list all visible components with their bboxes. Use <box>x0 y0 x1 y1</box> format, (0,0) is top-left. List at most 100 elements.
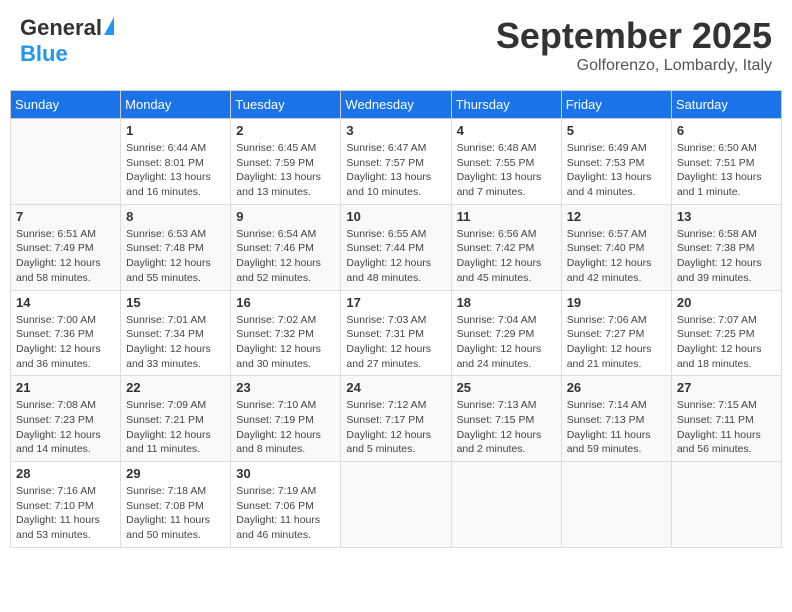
calendar-cell: 12 Sunrise: 6:57 AM Sunset: 7:40 PM Dayli… <box>561 204 671 290</box>
day-info: Sunrise: 6:58 AM Sunset: 7:38 PM Dayligh… <box>677 227 776 286</box>
day-number: 26 <box>567 380 666 395</box>
day-info: Sunrise: 7:07 AM Sunset: 7:25 PM Dayligh… <box>677 313 776 372</box>
day-info: Sunrise: 7:03 AM Sunset: 7:31 PM Dayligh… <box>346 313 445 372</box>
day-number: 19 <box>567 295 666 310</box>
calendar-cell: 7 Sunrise: 6:51 AM Sunset: 7:49 PM Daylig… <box>11 204 121 290</box>
week-row-5: 28 Sunrise: 7:16 AM Sunset: 7:10 PM Dayli… <box>11 462 782 548</box>
day-info: Sunrise: 7:01 AM Sunset: 7:34 PM Dayligh… <box>126 313 225 372</box>
calendar-cell: 27 Sunrise: 7:15 AM Sunset: 7:11 PM Dayli… <box>671 376 781 462</box>
calendar-cell: 22Sunrise: 7:09 AM Sunset: 7:21 PM Dayli… <box>121 376 231 462</box>
week-row-3: 14 Sunrise: 7:00 AM Sunset: 7:36 PM Dayli… <box>11 290 782 376</box>
day-number: 25 <box>457 380 556 395</box>
day-info: Sunrise: 6:45 AM Sunset: 7:59 PM Dayligh… <box>236 141 335 200</box>
day-info: Sunrise: 7:16 AM Sunset: 7:10 PM Dayligh… <box>16 484 115 543</box>
calendar-cell: 1Sunrise: 6:44 AM Sunset: 8:01 PM Daylig… <box>121 119 231 205</box>
day-number: 14 <box>16 295 115 310</box>
week-row-1: 1Sunrise: 6:44 AM Sunset: 8:01 PM Daylig… <box>11 119 782 205</box>
day-info: Sunrise: 6:48 AM Sunset: 7:55 PM Dayligh… <box>457 141 556 200</box>
day-number: 5 <box>567 123 666 138</box>
day-number: 6 <box>677 123 776 138</box>
calendar-cell: 8Sunrise: 6:53 AM Sunset: 7:48 PM Daylig… <box>121 204 231 290</box>
calendar-cell: 10 Sunrise: 6:55 AM Sunset: 7:44 PM Dayli… <box>341 204 451 290</box>
day-number: 10 <box>346 209 445 224</box>
day-info: Sunrise: 7:06 AM Sunset: 7:27 PM Dayligh… <box>567 313 666 372</box>
day-info: Sunrise: 6:50 AM Sunset: 7:51 PM Dayligh… <box>677 141 776 200</box>
calendar-cell: 3Sunrise: 6:47 AM Sunset: 7:57 PM Daylig… <box>341 119 451 205</box>
logo-triangle-icon <box>104 17 114 35</box>
day-info: Sunrise: 7:13 AM Sunset: 7:15 PM Dayligh… <box>457 398 556 457</box>
calendar-cell: 29 Sunrise: 7:18 AM Sunset: 7:08 PM Dayli… <box>121 462 231 548</box>
day-number: 24 <box>346 380 445 395</box>
calendar-cell: 5Sunrise: 6:49 AM Sunset: 7:53 PM Daylig… <box>561 119 671 205</box>
weekday-header-wednesday: Wednesday <box>341 91 451 119</box>
day-number: 29 <box>126 466 225 481</box>
calendar-cell: 28 Sunrise: 7:16 AM Sunset: 7:10 PM Dayli… <box>11 462 121 548</box>
day-info: Sunrise: 6:54 AM Sunset: 7:46 PM Dayligh… <box>236 227 335 286</box>
weekday-header-row: SundayMondayTuesdayWednesdayThursdayFrid… <box>11 91 782 119</box>
calendar-cell: 9 Sunrise: 6:54 AM Sunset: 7:46 PM Daylig… <box>231 204 341 290</box>
day-number: 23 <box>236 380 335 395</box>
day-number: 17 <box>346 295 445 310</box>
calendar-cell: 24 Sunrise: 7:12 AM Sunset: 7:17 PM Dayli… <box>341 376 451 462</box>
calendar-cell: 4Sunrise: 6:48 AM Sunset: 7:55 PM Daylig… <box>451 119 561 205</box>
calendar-cell: 16 Sunrise: 7:02 AM Sunset: 7:32 PM Dayli… <box>231 290 341 376</box>
day-number: 20 <box>677 295 776 310</box>
weekday-header-friday: Friday <box>561 91 671 119</box>
day-number: 7 <box>16 209 115 224</box>
calendar-cell: 11Sunrise: 6:56 AM Sunset: 7:42 PM Dayli… <box>451 204 561 290</box>
day-number: 21 <box>16 380 115 395</box>
day-info: Sunrise: 7:19 AM Sunset: 7:06 PM Dayligh… <box>236 484 335 543</box>
day-info: Sunrise: 6:55 AM Sunset: 7:44 PM Dayligh… <box>346 227 445 286</box>
day-number: 12 <box>567 209 666 224</box>
weekday-header-sunday: Sunday <box>11 91 121 119</box>
title-section: September 2025 Golforenzo, Lombardy, Ita… <box>496 15 772 75</box>
location-text: Golforenzo, Lombardy, Italy <box>496 57 772 75</box>
day-info: Sunrise: 7:12 AM Sunset: 7:17 PM Dayligh… <box>346 398 445 457</box>
day-number: 22 <box>126 380 225 395</box>
day-info: Sunrise: 6:47 AM Sunset: 7:57 PM Dayligh… <box>346 141 445 200</box>
week-row-4: 21 Sunrise: 7:08 AM Sunset: 7:23 PM Dayli… <box>11 376 782 462</box>
day-number: 1 <box>126 123 225 138</box>
calendar-cell <box>671 462 781 548</box>
weekday-header-monday: Monday <box>121 91 231 119</box>
month-title: September 2025 <box>496 15 772 57</box>
calendar-cell: 17 Sunrise: 7:03 AM Sunset: 7:31 PM Dayli… <box>341 290 451 376</box>
day-info: Sunrise: 6:51 AM Sunset: 7:49 PM Dayligh… <box>16 227 115 286</box>
calendar-cell: 6 Sunrise: 6:50 AM Sunset: 7:51 PM Daylig… <box>671 119 781 205</box>
calendar-cell: 19 Sunrise: 7:06 AM Sunset: 7:27 PM Dayli… <box>561 290 671 376</box>
calendar-cell: 13 Sunrise: 6:58 AM Sunset: 7:38 PM Dayli… <box>671 204 781 290</box>
day-number: 13 <box>677 209 776 224</box>
day-number: 15 <box>126 295 225 310</box>
calendar-cell: 23 Sunrise: 7:10 AM Sunset: 7:19 PM Dayli… <box>231 376 341 462</box>
logo: General Blue <box>20 15 114 67</box>
weekday-header-thursday: Thursday <box>451 91 561 119</box>
calendar-cell: 25 Sunrise: 7:13 AM Sunset: 7:15 PM Dayli… <box>451 376 561 462</box>
calendar-cell: 30 Sunrise: 7:19 AM Sunset: 7:06 PM Dayli… <box>231 462 341 548</box>
day-number: 27 <box>677 380 776 395</box>
day-number: 30 <box>236 466 335 481</box>
day-info: Sunrise: 7:15 AM Sunset: 7:11 PM Dayligh… <box>677 398 776 457</box>
day-info: Sunrise: 7:18 AM Sunset: 7:08 PM Dayligh… <box>126 484 225 543</box>
day-info: Sunrise: 7:00 AM Sunset: 7:36 PM Dayligh… <box>16 313 115 372</box>
day-number: 11 <box>457 209 556 224</box>
day-info: Sunrise: 7:02 AM Sunset: 7:32 PM Dayligh… <box>236 313 335 372</box>
calendar-cell: 14 Sunrise: 7:00 AM Sunset: 7:36 PM Dayli… <box>11 290 121 376</box>
day-info: Sunrise: 7:08 AM Sunset: 7:23 PM Dayligh… <box>16 398 115 457</box>
day-info: Sunrise: 7:14 AM Sunset: 7:13 PM Dayligh… <box>567 398 666 457</box>
day-info: Sunrise: 7:10 AM Sunset: 7:19 PM Dayligh… <box>236 398 335 457</box>
calendar-cell: 21 Sunrise: 7:08 AM Sunset: 7:23 PM Dayli… <box>11 376 121 462</box>
day-number: 28 <box>16 466 115 481</box>
day-number: 9 <box>236 209 335 224</box>
calendar-cell: 18Sunrise: 7:04 AM Sunset: 7:29 PM Dayli… <box>451 290 561 376</box>
calendar-cell: 15 Sunrise: 7:01 AM Sunset: 7:34 PM Dayli… <box>121 290 231 376</box>
day-number: 16 <box>236 295 335 310</box>
day-info: Sunrise: 7:04 AM Sunset: 7:29 PM Dayligh… <box>457 313 556 372</box>
day-number: 8 <box>126 209 225 224</box>
weekday-header-tuesday: Tuesday <box>231 91 341 119</box>
calendar-cell <box>451 462 561 548</box>
logo-general-text: General <box>20 15 102 41</box>
week-row-2: 7 Sunrise: 6:51 AM Sunset: 7:49 PM Daylig… <box>11 204 782 290</box>
calendar-cell: 20 Sunrise: 7:07 AM Sunset: 7:25 PM Dayli… <box>671 290 781 376</box>
day-info: Sunrise: 6:57 AM Sunset: 7:40 PM Dayligh… <box>567 227 666 286</box>
calendar-cell <box>11 119 121 205</box>
